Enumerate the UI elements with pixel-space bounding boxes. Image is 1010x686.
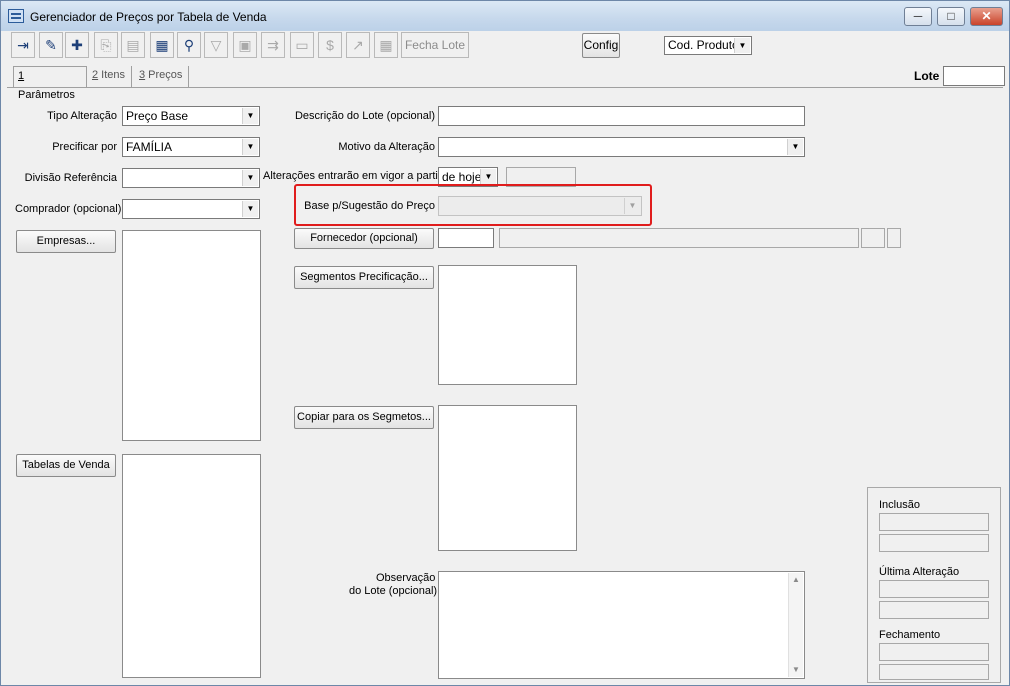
chevron-down-icon[interactable]: ▼: [734, 38, 750, 53]
chevron-down-icon[interactable]: ▼: [242, 201, 258, 217]
fecha-lote-button[interactable]: Fecha Lote: [401, 32, 469, 58]
lote-input[interactable]: [943, 66, 1005, 86]
tab-precos[interactable]: 3 Preços: [135, 66, 189, 87]
precificar-por-label: Precificar por: [52, 141, 117, 153]
observacao-textarea[interactable]: ▲ ▼: [438, 571, 805, 679]
fechamento-field-2: [879, 664, 989, 680]
tipo-alteracao-label: Tipo Alteração: [47, 110, 117, 122]
tab-precos-label: Preços: [145, 69, 183, 81]
tabelas-venda-list[interactable]: [122, 454, 261, 678]
vigor-value: de hoje: [442, 170, 482, 184]
chevron-down-icon[interactable]: ▼: [787, 139, 803, 155]
segmentos-button[interactable]: Segmentos Precificação...: [294, 266, 434, 289]
inclusao-label: Inclusão: [879, 499, 920, 511]
config-button[interactable]: Config: [582, 33, 620, 58]
fechamento-field-1: [879, 643, 989, 661]
inclusao-field-2: [879, 534, 989, 552]
descricao-lote-input[interactable]: [438, 106, 805, 126]
export-icon[interactable]: ⇉: [261, 32, 285, 58]
descricao-lote-label: Descrição do Lote (opcional): [294, 110, 435, 122]
window-title: Gerenciador de Preços por Tabela de Vend…: [30, 10, 267, 24]
fornecedor-extra-2: [887, 228, 901, 248]
tab-parametros[interactable]: 1 Parâmetros: [13, 66, 87, 101]
copiar-segmentos-button[interactable]: Copiar para os Segmetos...: [294, 406, 434, 429]
vigor-label: Alterações entrarão em vigor a partir: [263, 170, 442, 182]
chevron-down-icon[interactable]: ▼: [480, 169, 496, 185]
toolbar: ⇥ ✎ ✚ ⎘ ▤ ▦ ⚲ ▽ ▣ ⇉ ▭ $ ↗ ▦ Fecha Lote C…: [7, 32, 1003, 60]
observacao-scrollbar[interactable]: ▲ ▼: [788, 573, 803, 677]
tab-itens[interactable]: 2 Itens: [88, 66, 132, 87]
price-icon[interactable]: $: [318, 32, 342, 58]
chevron-down-icon[interactable]: ▼: [242, 108, 258, 124]
tipo-alteracao-select[interactable]: Preço Base ▼: [122, 106, 260, 126]
scroll-up-icon[interactable]: ▲: [789, 573, 803, 587]
tab-itens-label: Itens: [98, 69, 126, 81]
tabelas-venda-button[interactable]: Tabelas de Venda: [16, 454, 116, 477]
empresas-button[interactable]: Empresas...: [16, 230, 116, 253]
ultima-alteracao-label: Última Alteração: [879, 566, 960, 578]
precificar-por-value: FAMÍLIA: [126, 140, 173, 154]
calculator-icon[interactable]: ▣: [233, 32, 257, 58]
divisao-referencia-label: Divisão Referência: [24, 172, 117, 184]
minimize-button[interactable]: ─: [904, 7, 932, 26]
filter-icon[interactable]: ▽: [204, 32, 228, 58]
empresas-list[interactable]: [122, 230, 261, 441]
motivo-alteracao-select[interactable]: ▼: [438, 137, 805, 157]
grid-icon[interactable]: ▦: [374, 32, 398, 58]
segmentos-list[interactable]: [438, 265, 577, 385]
fechamento-label: Fechamento: [879, 629, 941, 641]
app-icon: [8, 9, 24, 23]
motivo-alteracao-label: Motivo da Alteração: [338, 141, 435, 153]
main-window: Gerenciador de Preços por Tabela de Vend…: [0, 0, 1010, 686]
sort-select-value: Cod. Produto: [668, 38, 739, 52]
print-icon[interactable]: ▤: [121, 32, 145, 58]
exit-icon[interactable]: ⇥: [11, 32, 35, 58]
sort-select[interactable]: Cod. Produto ▼: [664, 36, 752, 55]
ultima-alteracao-field-2: [879, 601, 989, 619]
highlight-box: [294, 184, 652, 226]
sheet-icon[interactable]: ▦: [150, 32, 174, 58]
comprador-select[interactable]: ▼: [122, 199, 260, 219]
scroll-down-icon[interactable]: ▼: [789, 663, 803, 677]
ultima-alteracao-field-1: [879, 580, 989, 598]
copiar-segmentos-list[interactable]: [438, 405, 577, 551]
lote-label: Lote: [914, 69, 940, 83]
chevron-down-icon[interactable]: ▼: [242, 170, 258, 186]
divisao-referencia-select[interactable]: ▼: [122, 168, 260, 188]
comprador-label: Comprador (opcional): [15, 203, 122, 215]
document-icon[interactable]: ▭: [290, 32, 314, 58]
observacao-label-line1: Observação: [376, 572, 436, 584]
fornecedor-name-input: [499, 228, 859, 248]
tipo-alteracao-value: Preço Base: [126, 109, 189, 123]
inclusao-field-1: [879, 513, 989, 531]
fornecedor-button[interactable]: Fornecedor (opcional): [294, 228, 434, 249]
trend-icon[interactable]: ↗: [346, 32, 370, 58]
edit-icon[interactable]: ✎: [39, 32, 63, 58]
maximize-button[interactable]: □: [937, 7, 965, 26]
observacao-label-line2: do Lote (opcional): [349, 585, 438, 597]
precificar-por-select[interactable]: FAMÍLIA ▼: [122, 137, 260, 157]
fornecedor-code-input[interactable]: [438, 228, 494, 248]
binoculars-icon[interactable]: ⚲: [177, 32, 201, 58]
title-bar[interactable]: Gerenciador de Preços por Tabela de Vend…: [1, 1, 1009, 31]
chevron-down-icon[interactable]: ▼: [242, 139, 258, 155]
tab-parametros-key: 1: [18, 70, 25, 82]
close-button[interactable]: ✕: [970, 7, 1003, 26]
fornecedor-extra-1: [861, 228, 885, 248]
copy-icon[interactable]: ⎘: [94, 32, 118, 58]
add-icon[interactable]: ✚: [65, 32, 89, 58]
